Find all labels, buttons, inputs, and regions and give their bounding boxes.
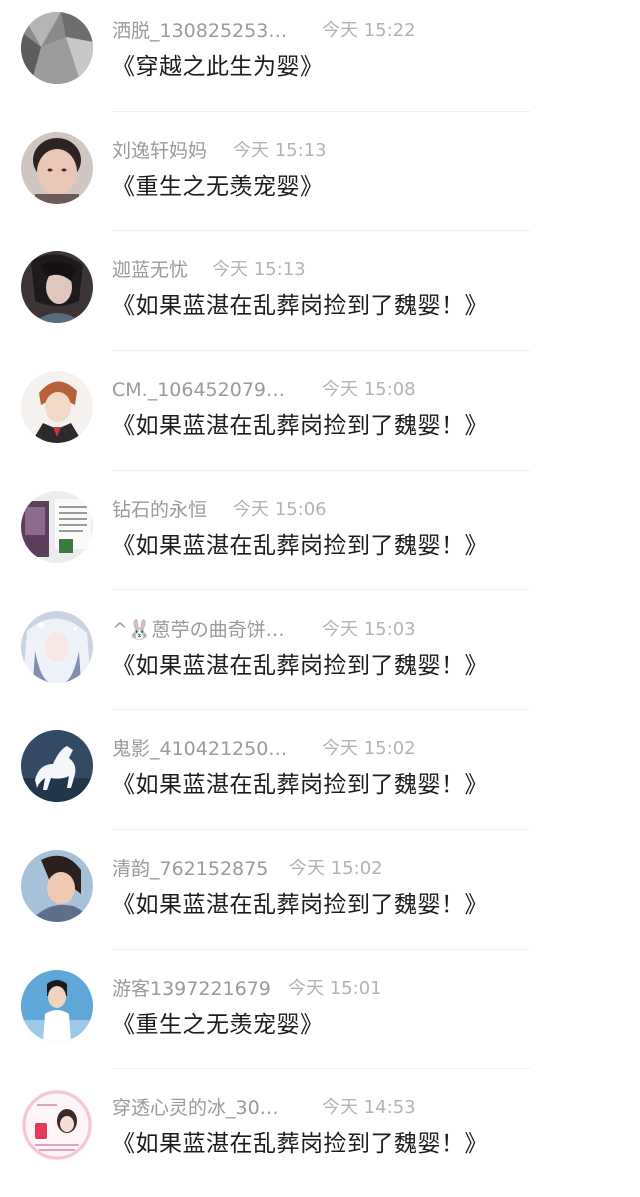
timestamp: 今天 15:02 [289, 857, 383, 879]
timestamp: 今天 15:22 [322, 20, 416, 41]
avatar[interactable] [21, 12, 93, 84]
book-title[interactable]: 《如果蓝湛在乱葬岗捡到了魏婴！》 [112, 649, 488, 683]
avatar[interactable] [21, 131, 93, 204]
user-name[interactable]: 鬼影_410421250… [112, 736, 287, 762]
avatar-grey-abstract-image [21, 12, 93, 84]
timestamp: 今天 14:53 [322, 1097, 416, 1119]
meta-row: CM._106452079… 今天 15:08 [112, 377, 632, 403]
book-title[interactable]: 《重生之无羡宠婴》 [112, 170, 324, 204]
avatar-text-collage-image [21, 490, 93, 563]
meta-row: 游客1397221679 今天 15:01 [112, 976, 632, 1002]
timestamp: 今天 15:03 [322, 618, 416, 640]
user-name[interactable]: 钻石的永恒 [112, 497, 207, 523]
divider [112, 230, 530, 232]
meta-row: 洒脱_130825253… 今天 15:22 [112, 18, 632, 44]
timestamp: 今天 15:06 [233, 498, 327, 520]
avatar-white-horse-image [21, 730, 93, 803]
meta-row: 穿透心灵的冰_30… 今天 14:53 [112, 1095, 632, 1121]
timestamp: 今天 15:02 [322, 738, 416, 760]
list-item[interactable]: 鬼影_410421250… 今天 15:02 《如果蓝湛在乱葬岗捡到了魏婴！》 [0, 718, 640, 838]
list-item[interactable]: 清韵_762152875 今天 15:02 《如果蓝湛在乱葬岗捡到了魏婴！》 [0, 838, 640, 958]
avatar-anime-boy-image [21, 371, 93, 444]
divider [112, 948, 530, 950]
list-item[interactable]: 游客1397221679 今天 15:01 《重生之无羡宠婴》 [0, 958, 640, 1078]
book-title[interactable]: 《如果蓝湛在乱葬岗捡到了魏婴！》 [112, 409, 488, 443]
book-title[interactable]: 《如果蓝湛在乱葬岗捡到了魏婴！》 [112, 289, 488, 323]
avatar-woman-photo-image [21, 849, 93, 922]
book-title[interactable]: 《重生之无羡宠婴》 [112, 1008, 324, 1042]
user-name[interactable]: 游客1397221679 [112, 976, 271, 1002]
divider [112, 350, 530, 352]
avatar-portrait-dark-image [21, 251, 93, 324]
book-title[interactable]: 《穿越之此生为婴》 [112, 50, 324, 84]
avatar[interactable] [21, 849, 93, 922]
divider [112, 828, 530, 830]
avatar[interactable] [21, 251, 93, 324]
meta-row: ^🐰蒽苧の曲奇饼… 今天 15:03 [112, 617, 632, 643]
avatar[interactable] [21, 969, 93, 1042]
avatar-boy-blue-sky-image [21, 969, 93, 1042]
meta-row: 钻石的永恒 今天 15:06 [112, 497, 632, 523]
divider [112, 1068, 530, 1070]
book-title[interactable]: 《如果蓝湛在乱葬岗捡到了魏婴！》 [112, 768, 488, 802]
user-name[interactable]: 洒脱_130825253… [112, 18, 287, 44]
book-title[interactable]: 《如果蓝湛在乱葬岗捡到了魏婴！》 [112, 1127, 488, 1161]
meta-row: 鬼影_410421250… 今天 15:02 [112, 736, 632, 762]
list-item[interactable]: CM._106452079… 今天 15:08 《如果蓝湛在乱葬岗捡到了魏婴！》 [0, 359, 640, 479]
list-item[interactable]: 刘逸轩妈妈 今天 15:13 《重生之无羡宠婴》 [0, 120, 640, 240]
divider [112, 110, 530, 112]
avatar[interactable] [21, 371, 93, 444]
avatar-cartoon-girl-pink-image [21, 1089, 93, 1162]
list-item[interactable]: 穿透心灵的冰_30… 今天 14:53 《如果蓝湛在乱葬岗捡到了魏婴！》 [0, 1077, 640, 1197]
user-name[interactable]: 迦蓝无忧 [112, 257, 188, 283]
avatar-anime-girl-white-image [21, 610, 93, 683]
user-name[interactable]: 刘逸轩妈妈 [112, 138, 207, 164]
meta-row: 清韵_762152875 今天 15:02 [112, 856, 632, 882]
list-item[interactable]: ^🐰蒽苧の曲奇饼… 今天 15:03 《如果蓝湛在乱葬岗捡到了魏婴！》 [0, 599, 640, 719]
avatar[interactable] [21, 490, 93, 563]
timestamp: 今天 15:13 [233, 139, 327, 161]
divider [112, 709, 530, 711]
timestamp: 今天 15:01 [288, 977, 382, 999]
list-item[interactable]: 迦蓝无忧 今天 15:13 《如果蓝湛在乱葬岗捡到了魏婴！》 [0, 239, 640, 359]
message-list: 洒脱_130825253… 今天 15:22 《穿越之此生为婴》 刘逸轩妈妈 今… [0, 0, 640, 1177]
book-title[interactable]: 《如果蓝湛在乱葬岗捡到了魏婴！》 [112, 529, 488, 563]
avatar-woman-selfie-image [21, 131, 93, 204]
avatar[interactable] [21, 610, 93, 683]
timestamp: 今天 15:13 [212, 259, 306, 281]
user-name[interactable]: 穿透心灵的冰_30… [112, 1095, 279, 1121]
user-name[interactable]: 清韵_762152875 [112, 856, 268, 882]
divider [112, 589, 530, 591]
meta-row: 迦蓝无忧 今天 15:13 [112, 257, 632, 283]
list-item[interactable]: 钻石的永恒 今天 15:06 《如果蓝湛在乱葬岗捡到了魏婴！》 [0, 479, 640, 599]
avatar[interactable] [21, 1089, 93, 1162]
list-item[interactable]: 洒脱_130825253… 今天 15:22 《穿越之此生为婴》 [0, 0, 640, 120]
meta-row: 刘逸轩妈妈 今天 15:13 [112, 138, 632, 164]
divider [112, 469, 530, 471]
timestamp: 今天 15:08 [322, 379, 416, 401]
user-name[interactable]: CM._106452079… [112, 377, 285, 403]
avatar[interactable] [21, 730, 93, 803]
user-name[interactable]: ^🐰蒽苧の曲奇饼… [112, 617, 285, 643]
book-title[interactable]: 《如果蓝湛在乱葬岗捡到了魏婴！》 [112, 888, 488, 922]
